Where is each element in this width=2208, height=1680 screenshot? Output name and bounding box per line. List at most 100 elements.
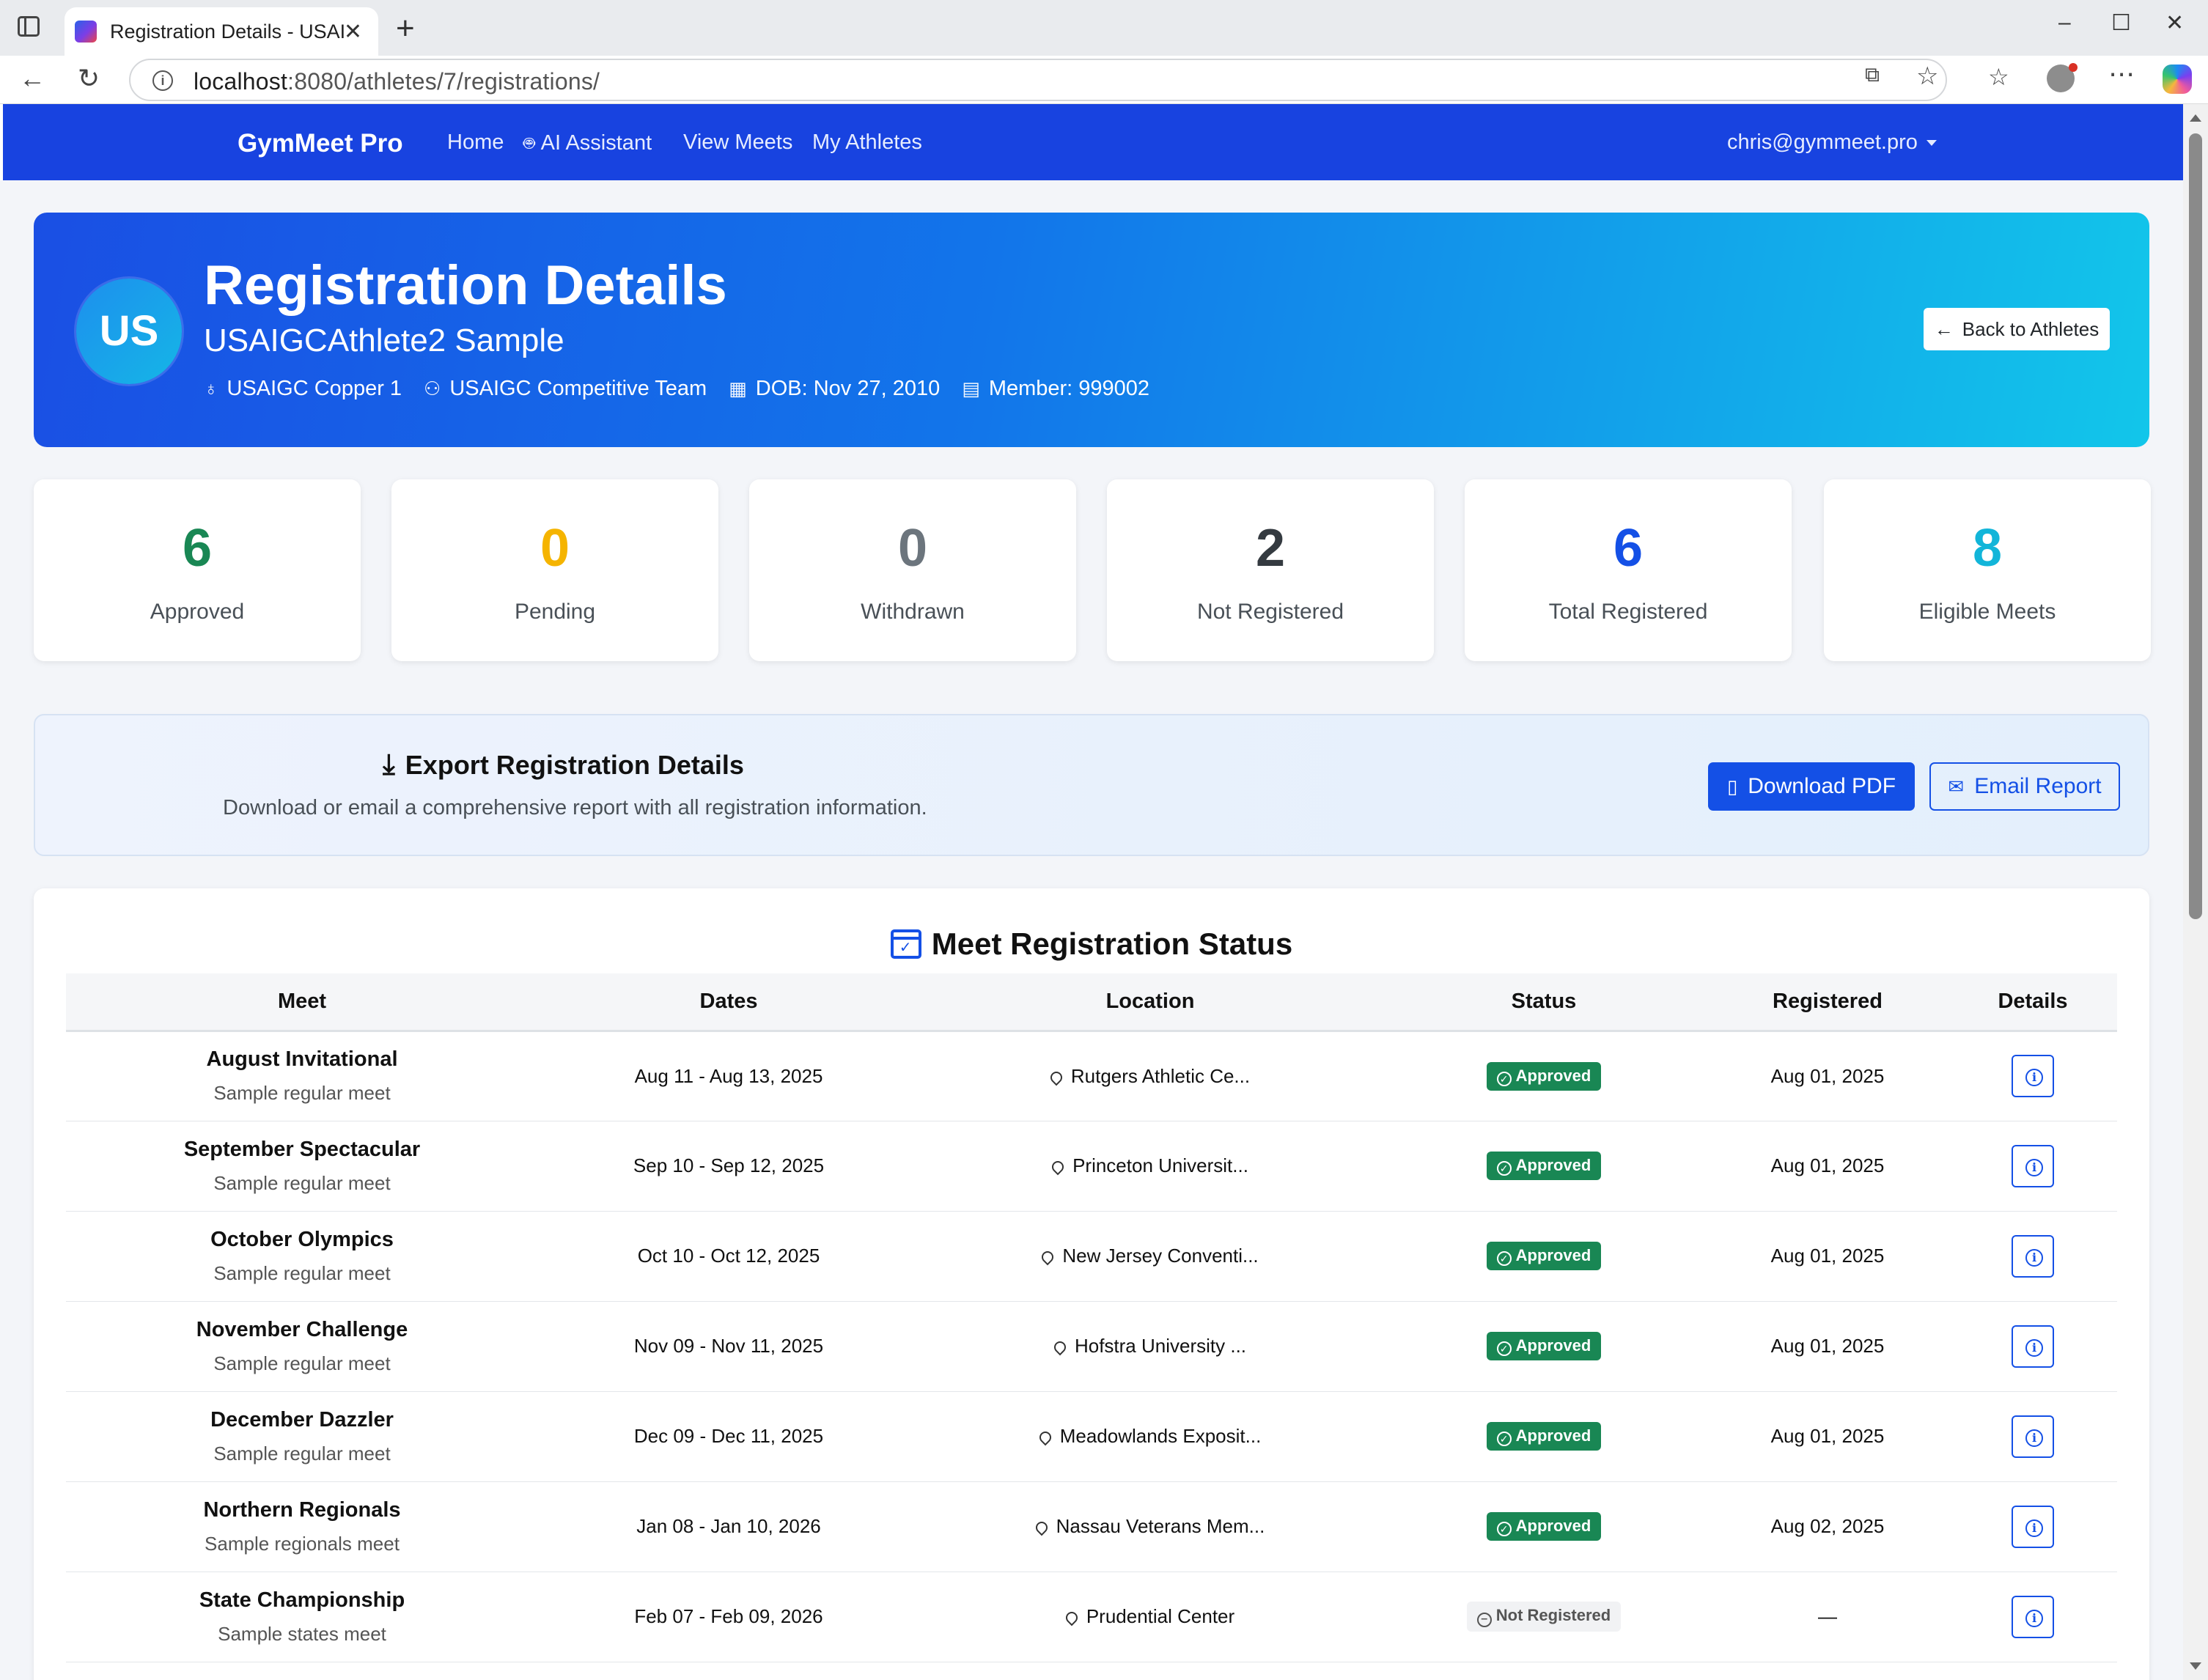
brand-logo[interactable]: GymMeet Pro	[238, 129, 403, 158]
details-button[interactable]: i	[2012, 1415, 2054, 1458]
reload-icon[interactable]: ↻	[78, 63, 100, 94]
profile-avatar-icon[interactable]	[2047, 63, 2078, 92]
check-circle-icon: ✓	[1496, 1341, 1512, 1356]
member-item: ▤ Member: 999002	[962, 377, 1150, 400]
browser-tab[interactable]: Registration Details - USAIGC ✕	[65, 7, 378, 56]
registered-date: Aug 01, 2025	[1707, 1121, 1948, 1212]
meet-type: Sample regular meet	[213, 1261, 391, 1284]
meet-name: September Spectacular	[183, 1137, 421, 1161]
info-icon: i	[2025, 1429, 2043, 1447]
map-pin-icon	[1033, 1519, 1050, 1536]
stat-label: Withdrawn	[861, 600, 965, 624]
table-row: October Olympics Sample regular meet Oct …	[66, 1211, 2117, 1302]
details-button[interactable]: i	[2012, 1325, 2054, 1368]
map-pin-icon	[1063, 1609, 1081, 1626]
details-button[interactable]: i	[2012, 1144, 2054, 1187]
meet-type: Sample regular meet	[213, 1082, 391, 1104]
stat-pending: 0 Pending	[391, 479, 718, 661]
scroll-up-icon[interactable]	[2190, 114, 2201, 122]
vertical-scrollbar[interactable]	[2183, 104, 2208, 1680]
stat-label: Total Registered	[1548, 600, 1708, 624]
registered-date: Aug 02, 2025	[1707, 1481, 1948, 1572]
tab-close-icon[interactable]: ✕	[344, 19, 362, 45]
site-info-icon[interactable]: i	[152, 70, 173, 91]
header-status[interactable]: Status	[1381, 973, 1707, 1031]
favorites-icon[interactable]: ☆	[1988, 63, 2009, 91]
stat-approved: 6 Approved	[34, 479, 361, 661]
info-icon: i	[2025, 1519, 2043, 1537]
nav-my-athletes[interactable]: My Athletes	[812, 130, 922, 155]
registered-date: —	[1707, 1572, 1948, 1662]
page-title: Registration Details	[204, 254, 727, 317]
meet-name: State Championship	[199, 1588, 405, 1612]
athlete-header: US Registration Details USAIGCAthlete2 S…	[34, 213, 2149, 447]
table-header-row: Meet Dates Location Status Registered De…	[66, 973, 2117, 1031]
scrollbar-thumb[interactable]	[2189, 133, 2202, 919]
meet-name: December Dazzler	[210, 1407, 394, 1432]
minimize-icon[interactable]: –	[2058, 10, 2071, 35]
info-icon: i	[2025, 1158, 2043, 1176]
header-dates[interactable]: Dates	[538, 973, 919, 1031]
arrow-left-icon: ←	[1934, 317, 1954, 340]
export-panel: ⤓ Export Registration Details Download or…	[34, 714, 2149, 856]
athlete-meta: ♁ USAIGC Copper 1 ⚇ USAIGC Competitive Tea…	[204, 377, 1171, 401]
details-button[interactable]: i	[2012, 1055, 2054, 1097]
map-pin-icon	[1037, 1429, 1054, 1446]
stat-value: 8	[1972, 519, 2003, 578]
header-meet[interactable]: Meet	[66, 973, 538, 1031]
status-badge: ✓ Approved	[1486, 1242, 1602, 1270]
export-description: Download or email a comprehensive report…	[223, 796, 927, 819]
map-pin-icon	[1039, 1248, 1056, 1266]
meet-location: New Jersey Conventi...	[919, 1211, 1381, 1302]
details-button[interactable]: i	[2012, 1234, 2054, 1278]
registration-status-card: Meet Registration Status Meet Dates Loca…	[34, 888, 2149, 1680]
card-title: Meet Registration Status	[34, 926, 2149, 962]
pdf-file-icon: ▯	[1726, 775, 1738, 797]
nav-ai-assistant[interactable]: 🤖︎ AI Assistant	[523, 130, 652, 158]
card-icon: ▤	[962, 377, 980, 399]
main-content: US Registration Details USAIGCAthlete2 S…	[0, 180, 2183, 1680]
map-pin-icon	[1048, 1069, 1065, 1086]
copilot-icon[interactable]	[2163, 65, 2192, 94]
map-pin-icon	[1049, 1158, 1067, 1176]
stat-withdrawn: 0 Withdrawn	[749, 479, 1076, 661]
download-pdf-button[interactable]: ▯ Download PDF	[1708, 762, 1915, 811]
meet-type: Sample states meet	[218, 1622, 386, 1645]
user-menu-dropdown[interactable]: chris@gymmeet.pro	[1727, 130, 1937, 155]
level-item: ♁ USAIGC Copper 1	[204, 377, 402, 400]
header-registered[interactable]: Registered	[1707, 973, 1948, 1031]
new-tab-icon[interactable]: +	[396, 10, 415, 47]
header-location[interactable]: Location	[919, 973, 1381, 1031]
chevron-down-icon	[1926, 140, 1937, 147]
more-menu-icon[interactable]: ⋯	[2108, 59, 2135, 89]
email-report-button[interactable]: ✉ Email Report	[1929, 762, 2120, 811]
stat-value: 0	[540, 519, 570, 578]
meet-type: Sample regular meet	[213, 1352, 391, 1374]
scroll-down-icon[interactable]	[2190, 1662, 2201, 1670]
status-badge: ✓ Approved	[1486, 1422, 1602, 1451]
nav-home[interactable]: Home	[447, 130, 504, 155]
maximize-icon[interactable]: ☐	[2111, 10, 2131, 36]
meet-type: Sample regular meet	[213, 1442, 391, 1465]
meet-name: October Olympics	[210, 1227, 394, 1251]
meet-dates: Nov 09 - Nov 11, 2025	[538, 1301, 919, 1392]
meet-location: Rutgers Athletic Ce...	[919, 1031, 1381, 1121]
tab-actions-icon[interactable]	[18, 16, 40, 37]
registered-date: Aug 01, 2025	[1707, 1211, 1948, 1302]
back-arrow-icon[interactable]: ←	[19, 63, 45, 94]
meet-location: Hofstra University ...	[919, 1301, 1381, 1392]
favorite-star-icon[interactable]: ☆	[1916, 62, 1938, 91]
robot-icon: 🤖︎	[523, 132, 535, 154]
people-icon: ⚇	[424, 377, 441, 399]
stat-label: Not Registered	[1196, 600, 1344, 624]
nav-view-meets[interactable]: View Meets	[683, 130, 792, 155]
address-bar[interactable]: i localhost:8080/athletes/7/registration…	[129, 59, 1947, 101]
meet-location: Princeton Universit...	[919, 1121, 1381, 1212]
details-button[interactable]: i	[2012, 1595, 2054, 1638]
calendar-icon: ▦	[729, 377, 747, 399]
back-to-athletes-button[interactable]: ← Back to Athletes	[1924, 308, 2110, 350]
window-close-icon[interactable]: ✕	[2165, 10, 2184, 36]
url-text: localhost:8080/athletes/7/registrations/	[194, 68, 600, 95]
details-button[interactable]: i	[2012, 1505, 2054, 1548]
open-in-app-icon[interactable]: ⧉	[1865, 63, 1880, 87]
